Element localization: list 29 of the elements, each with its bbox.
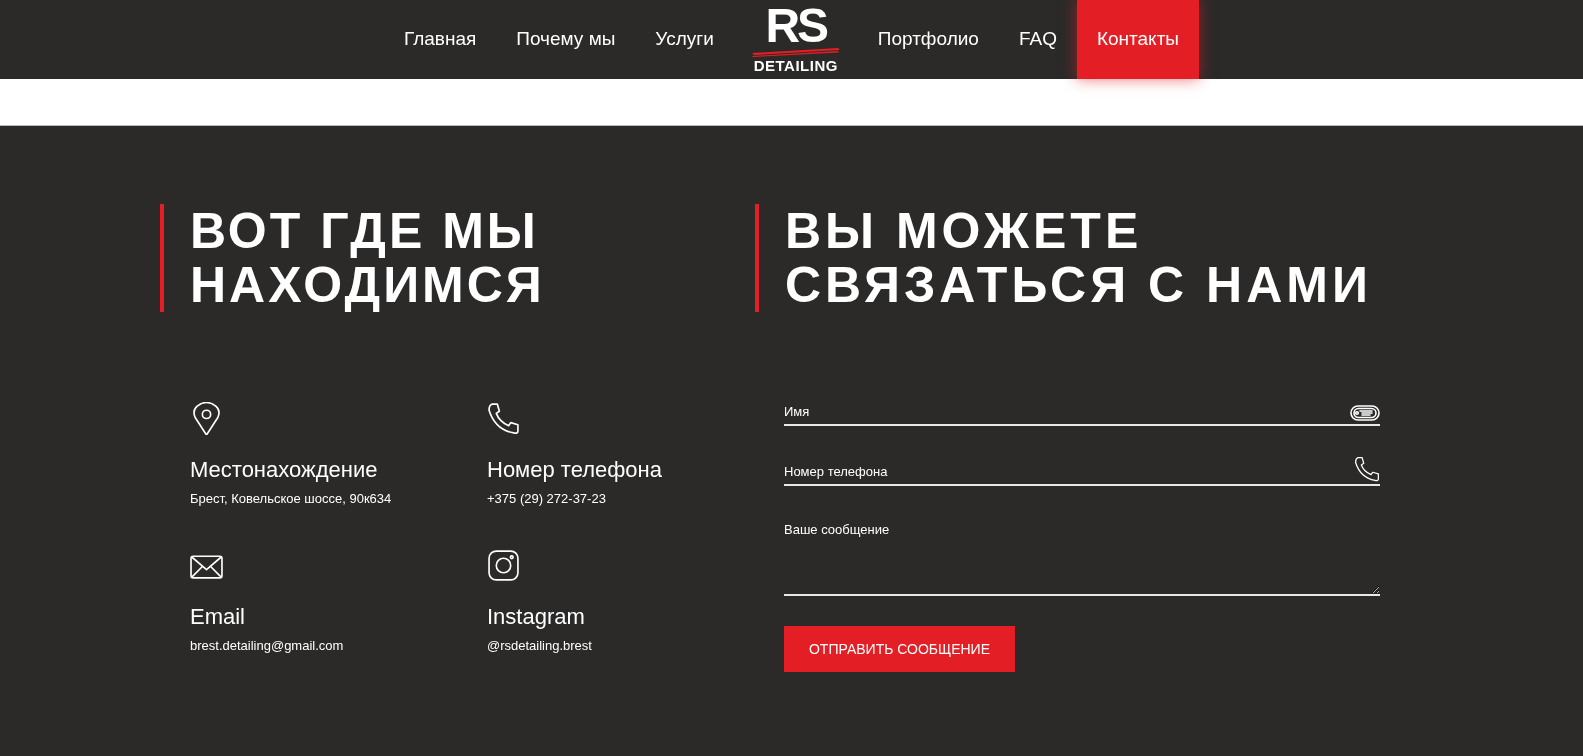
input-field[interactable]: Имя xyxy=(784,400,1380,426)
nav-link[interactable]: Главная xyxy=(384,0,497,79)
contact-title: Местонахождение xyxy=(190,456,378,484)
logo-text: DETAILING xyxy=(753,58,838,74)
logo[interactable]: RS DETAILING xyxy=(749,0,842,79)
section-heading: ВЫ МОЖЕТЕ СВЯЗАТЬСЯ С НАМИ xyxy=(755,204,1380,312)
nav-link[interactable]: FAQ xyxy=(998,0,1077,79)
section-heading: ВОТ ГДЕ МЫ НАХОДИМСЯ xyxy=(160,204,640,312)
logo-mark: RS xyxy=(765,5,827,47)
phone-icon xyxy=(487,402,520,435)
nav-link[interactable]: Контакты xyxy=(1076,0,1199,79)
id-card-icon xyxy=(1350,404,1380,422)
phone-icon xyxy=(1354,456,1380,482)
message-field[interactable]: Ваше сообщение xyxy=(784,520,1380,596)
nav-link[interactable]: Услуги xyxy=(635,0,734,79)
submit-button[interactable]: ОТПРАВИТЬ СООБЩЕНИЕ xyxy=(784,626,1015,672)
contact-title: Email xyxy=(190,603,245,631)
nav-link[interactable]: Почему мы xyxy=(496,0,636,79)
nav-link[interactable]: Портфолио xyxy=(857,0,999,79)
contact-title: Instagram xyxy=(487,603,585,631)
location-icon xyxy=(190,402,223,435)
instagram-icon xyxy=(487,549,520,582)
contact-detail: @rsdetailing.brest xyxy=(487,637,592,655)
contact-title: Номер телефона xyxy=(487,456,662,484)
contact-detail: brest.detailing@gmail.com xyxy=(190,637,344,655)
contact-detail: Брест, Ковельское шоссе, 90к634 xyxy=(190,490,392,508)
stripes-icon xyxy=(751,48,840,57)
input-field[interactable]: Номер телефона xyxy=(784,460,1380,486)
contact-detail: +375 (29) 272-37-23 xyxy=(487,490,606,508)
